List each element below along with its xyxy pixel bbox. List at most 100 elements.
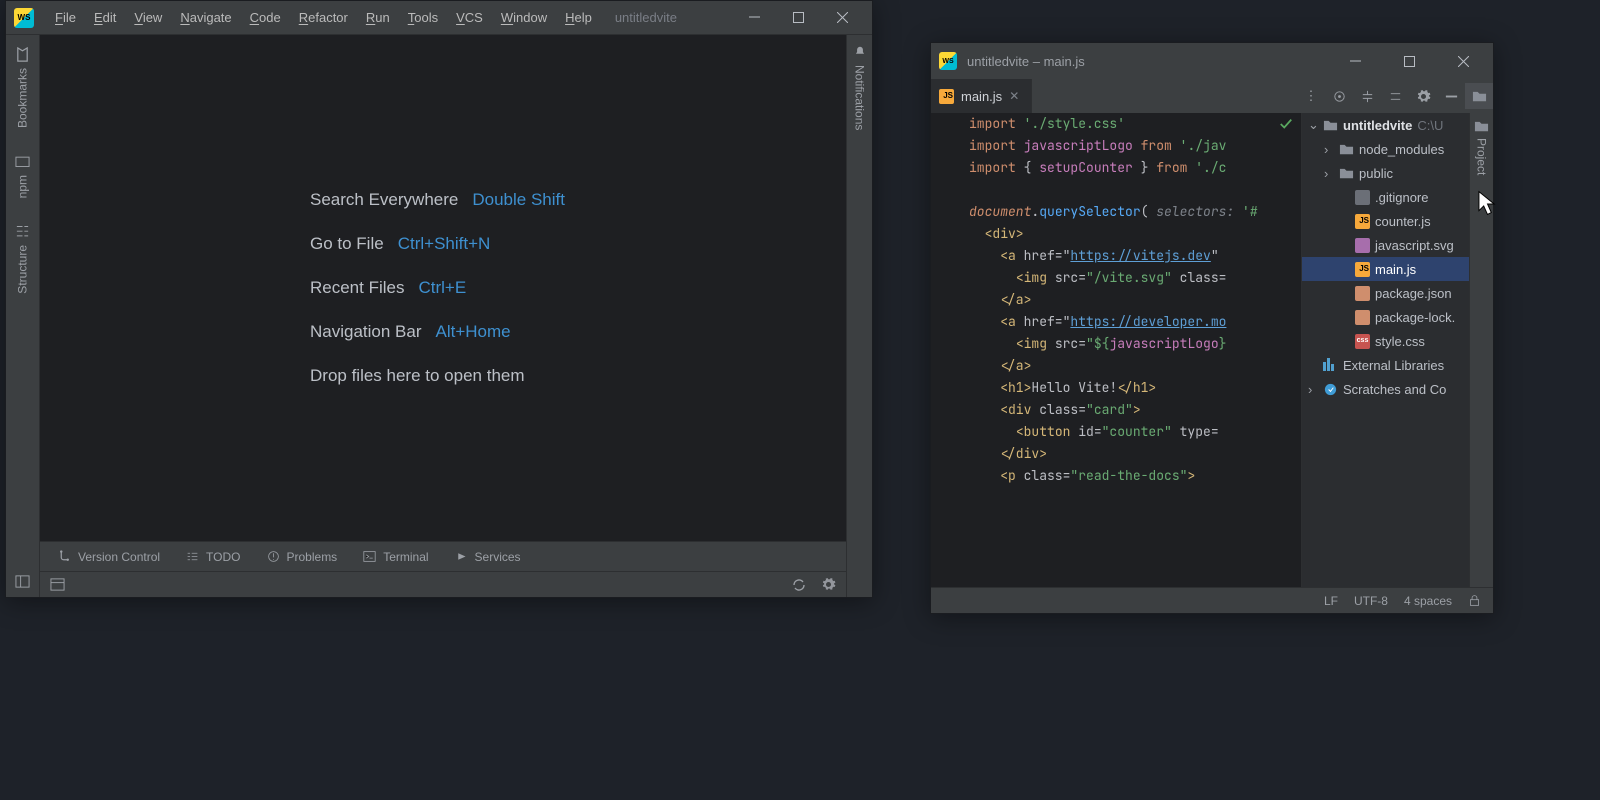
tree-item-node_modules[interactable]: ›node_modules: [1302, 137, 1469, 161]
menu-navigate[interactable]: Navigate: [171, 5, 240, 31]
code-line[interactable]: <img src="${javascriptLogo}: [931, 333, 1301, 355]
welcome-label: Go to File: [310, 234, 384, 254]
close-button[interactable]: [1441, 46, 1485, 76]
more-icon[interactable]: ⋮: [1297, 83, 1325, 109]
editor-toolstrip: JS main.js ✕ ⋮: [931, 79, 1493, 113]
tree-item-public[interactable]: ›public: [1302, 161, 1469, 185]
welcome-shortcut: Double Shift: [472, 190, 565, 210]
structure-tool[interactable]: Structure: [13, 220, 32, 298]
gear-icon[interactable]: [1409, 83, 1437, 109]
tree-external-libraries[interactable]: External Libraries: [1302, 353, 1469, 377]
folder-icon[interactable]: [1474, 119, 1489, 134]
line-ending[interactable]: LF: [1324, 594, 1338, 608]
menu-help[interactable]: Help: [556, 5, 601, 31]
welcome-row: Drop files here to open them: [310, 366, 525, 386]
tree-item-main-js[interactable]: JSmain.js: [1302, 257, 1469, 281]
tree-item-counter-js[interactable]: JScounter.js: [1302, 209, 1469, 233]
tool-version-control[interactable]: Version Control: [58, 550, 160, 564]
code-line[interactable]: document.querySelector( selectors: '#: [931, 201, 1301, 223]
gear-icon[interactable]: [821, 577, 836, 592]
tool-services[interactable]: Services: [455, 550, 521, 564]
tab-mainjs[interactable]: JS main.js ✕: [931, 79, 1032, 113]
target-icon[interactable]: [1325, 83, 1353, 109]
welcome-label: Navigation Bar: [310, 322, 422, 342]
menu-file[interactable]: File: [46, 5, 85, 31]
code-line[interactable]: <div class="card">: [931, 399, 1301, 421]
menubar: WS FileEditViewNavigateCodeRefactorRunTo…: [6, 1, 872, 35]
code-line[interactable]: </a>: [931, 289, 1301, 311]
code-line[interactable]: import './style.css': [931, 113, 1301, 135]
menu-refactor[interactable]: Refactor: [290, 5, 357, 31]
collapse-all-icon[interactable]: [1381, 83, 1409, 109]
code-line[interactable]: <a href="https://developer.mo: [931, 311, 1301, 333]
minimize-button[interactable]: [732, 3, 776, 33]
code-line[interactable]: <img src="/vite.svg" class=: [931, 267, 1301, 289]
indent[interactable]: 4 spaces: [1404, 594, 1452, 608]
code-line[interactable]: <button id="counter" type=: [931, 421, 1301, 443]
close-button[interactable]: [820, 3, 864, 33]
minimize-button[interactable]: [1333, 46, 1377, 76]
welcome-window: WS FileEditViewNavigateCodeRefactorRunTo…: [5, 0, 873, 598]
encoding[interactable]: UTF-8: [1354, 594, 1388, 608]
hide-panel-icon[interactable]: [1437, 83, 1465, 109]
analysis-ok-icon: [1279, 117, 1293, 131]
structure-icon: [15, 224, 30, 239]
tree-scratches[interactable]: ›Scratches and Co: [1302, 377, 1469, 401]
maximize-button[interactable]: [1387, 46, 1431, 76]
welcome-row: Search EverywhereDouble Shift: [310, 190, 565, 210]
npm-tool[interactable]: npm: [13, 150, 32, 202]
webstorm-logo-icon: WS: [14, 8, 34, 28]
editor-window: WS untitledvite – main.js JS main.js ✕ ⋮…: [930, 42, 1494, 614]
menu-run[interactable]: Run: [357, 5, 399, 31]
bookmarks-tool[interactable]: Bookmarks: [13, 43, 32, 132]
expand-all-icon[interactable]: [1353, 83, 1381, 109]
scratches-icon: [1323, 382, 1338, 397]
tool-todo[interactable]: TODO: [186, 550, 240, 564]
close-tab-icon[interactable]: ✕: [1009, 89, 1019, 103]
code-line[interactable]: [931, 179, 1301, 201]
tool-problems[interactable]: Problems: [267, 550, 338, 564]
tree-item-style-css[interactable]: cssstyle.css: [1302, 329, 1469, 353]
sync-icon[interactable]: [791, 577, 807, 593]
menu-tools[interactable]: Tools: [399, 5, 447, 31]
tree-root[interactable]: ⌄untitledvite C:\U: [1302, 113, 1469, 137]
code-line[interactable]: import javascriptLogo from './jav: [931, 135, 1301, 157]
bell-icon: [853, 45, 867, 59]
tree-item--gitignore[interactable]: .gitignore: [1302, 185, 1469, 209]
welcome-row: Go to File Ctrl+Shift+N: [310, 234, 490, 254]
tree-item-package-json[interactable]: package.json: [1302, 281, 1469, 305]
tool-terminal[interactable]: Terminal: [363, 550, 428, 564]
folder-icon[interactable]: [1465, 83, 1493, 109]
code-line[interactable]: <h1>Hello Vite!</h1>: [931, 377, 1301, 399]
notifications-tool[interactable]: Notifications: [853, 45, 867, 130]
welcome-row: Navigation BarAlt+Home: [310, 322, 511, 342]
code-line[interactable]: <a href="https://vitejs.dev": [931, 245, 1301, 267]
npm-icon: [15, 154, 30, 169]
code-editor[interactable]: import './style.css'import javascriptLog…: [931, 113, 1301, 587]
code-line[interactable]: <div>: [931, 223, 1301, 245]
left-tool-rail: Bookmarks npm Structure: [6, 35, 40, 597]
menu-code[interactable]: Code: [241, 5, 290, 31]
layout-icon[interactable]: [15, 574, 30, 589]
tree-item-javascript-svg[interactable]: javascript.svg: [1302, 233, 1469, 257]
maximize-button[interactable]: [776, 3, 820, 33]
menu-view[interactable]: View: [125, 5, 171, 31]
code-line[interactable]: import { setupCounter } from './c: [931, 157, 1301, 179]
project-tool-label[interactable]: Project: [1475, 134, 1489, 175]
welcome-shortcut: Ctrl+Shift+N: [398, 234, 491, 254]
tree-item-package-lock-[interactable]: package-lock.: [1302, 305, 1469, 329]
code-line[interactable]: </div>: [931, 443, 1301, 465]
welcome-panel: Search EverywhereDouble Shift Go to File C…: [40, 35, 846, 541]
layout-small-icon[interactable]: [50, 577, 65, 592]
window-title: untitledvite: [615, 10, 677, 25]
menu-vcs[interactable]: VCS: [447, 5, 492, 31]
code-line[interactable]: <p class="read-the-docs">: [931, 465, 1301, 487]
status-bar: LF UTF-8 4 spaces: [931, 587, 1493, 613]
welcome-label: Drop files here to open them: [310, 366, 525, 386]
menu-edit[interactable]: Edit: [85, 5, 125, 31]
webstorm-logo-icon: WS: [939, 52, 957, 70]
title-bar: WS untitledvite – main.js: [931, 43, 1493, 79]
menu-window[interactable]: Window: [492, 5, 556, 31]
code-line[interactable]: </a>: [931, 355, 1301, 377]
lock-icon[interactable]: [1468, 594, 1481, 607]
